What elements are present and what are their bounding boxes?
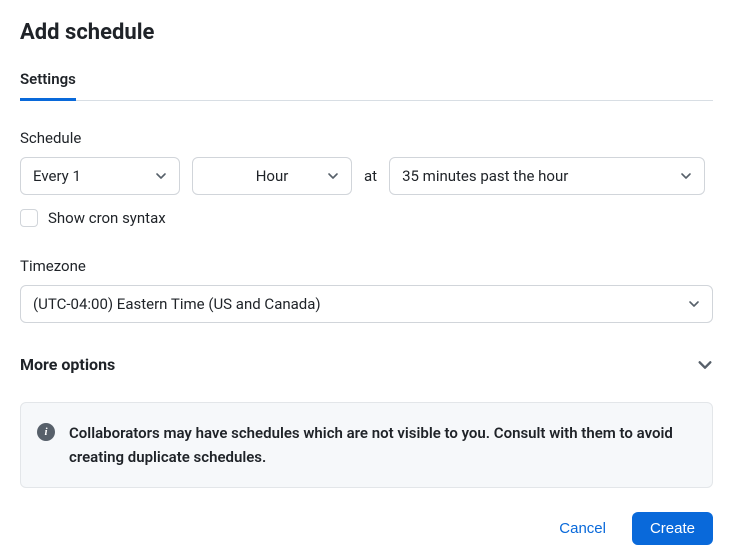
unit-select[interactable]: Hour: [192, 157, 352, 195]
dialog-title: Add schedule: [20, 20, 713, 45]
chevron-down-icon: [327, 170, 339, 182]
cancel-button[interactable]: Cancel: [549, 512, 616, 545]
show-cron-checkbox[interactable]: [20, 209, 38, 227]
chevron-down-icon: [697, 357, 713, 373]
chevron-down-icon: [688, 298, 700, 310]
cron-syntax-row: Show cron syntax: [20, 209, 713, 227]
timezone-label: Timezone: [20, 257, 713, 275]
info-icon: i: [37, 423, 55, 441]
timezone-value: (UTC-04:00) Eastern Time (US and Canada): [33, 295, 321, 313]
tab-settings[interactable]: Settings: [20, 70, 76, 101]
info-text: Collaborators may have schedules which a…: [69, 421, 696, 469]
dialog-footer: Cancel Create: [20, 512, 713, 545]
at-label: at: [364, 167, 377, 185]
unit-value: Hour: [256, 167, 289, 185]
tabs-bar: Settings: [20, 69, 713, 101]
offset-value: 35 minutes past the hour: [402, 167, 568, 185]
schedule-group: Schedule Every 1 Hour at 35 minutes past…: [20, 129, 713, 227]
schedule-row: Every 1 Hour at 35 minutes past the hour: [20, 157, 713, 195]
timezone-group: Timezone (UTC-04:00) Eastern Time (US an…: [20, 257, 713, 323]
more-options-label: More options: [20, 355, 115, 374]
create-button[interactable]: Create: [632, 512, 713, 545]
schedule-label: Schedule: [20, 129, 713, 147]
offset-select[interactable]: 35 minutes past the hour: [389, 157, 705, 195]
info-banner: i Collaborators may have schedules which…: [20, 402, 713, 488]
chevron-down-icon: [680, 170, 692, 182]
timezone-select[interactable]: (UTC-04:00) Eastern Time (US and Canada): [20, 285, 713, 323]
frequency-value: Every 1: [33, 167, 81, 185]
show-cron-label: Show cron syntax: [48, 209, 166, 227]
chevron-down-icon: [155, 170, 167, 182]
more-options-toggle[interactable]: More options: [20, 355, 713, 374]
frequency-select[interactable]: Every 1: [20, 157, 180, 195]
